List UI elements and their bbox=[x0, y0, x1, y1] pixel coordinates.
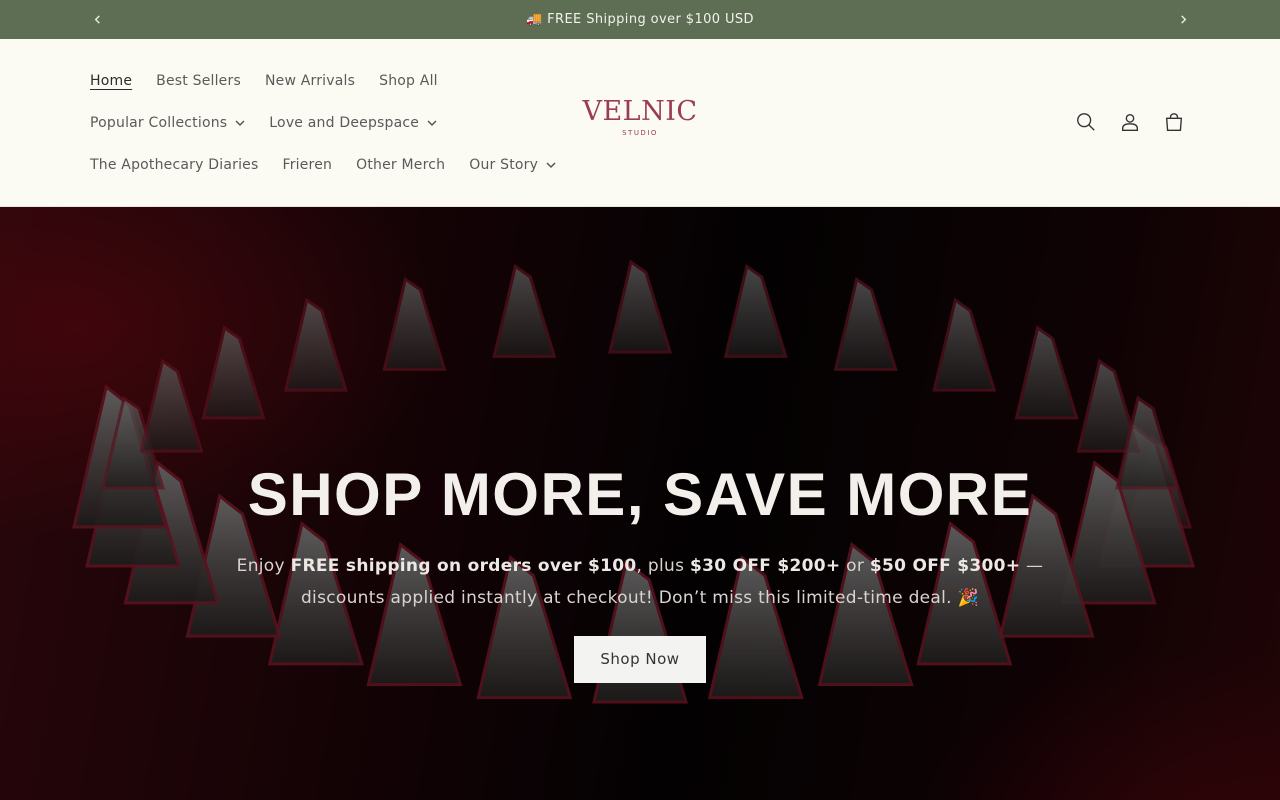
search-button[interactable] bbox=[1064, 107, 1108, 137]
nav-item-apothecary-diaries[interactable]: The Apothecary Diaries bbox=[90, 157, 258, 173]
hero-banner: SHOP MORE, SAVE MORE Enjoy FREE shipping… bbox=[0, 207, 1280, 800]
chevron-left-icon bbox=[94, 15, 100, 24]
header-icons bbox=[1064, 107, 1196, 137]
main-nav: Home Best Sellers New Arrivals Shop All … bbox=[90, 60, 560, 186]
logo-subtitle: STUDIO bbox=[622, 129, 658, 137]
nav-item-frieren[interactable]: Frieren bbox=[282, 157, 332, 173]
nav-row: Home Best Sellers New Arrivals Shop All bbox=[90, 60, 560, 102]
cart-icon bbox=[1165, 113, 1183, 131]
cart-button[interactable] bbox=[1152, 107, 1196, 137]
shop-now-button[interactable]: Shop Now bbox=[574, 636, 706, 683]
site-logo[interactable]: VELNIC STUDIO bbox=[570, 96, 710, 138]
nav-item-new-arrivals[interactable]: New Arrivals bbox=[265, 73, 355, 89]
nav-item-best-sellers[interactable]: Best Sellers bbox=[156, 73, 241, 89]
nav-item-label: Popular Collections bbox=[90, 115, 228, 131]
nav-item-other-merch[interactable]: Other Merch bbox=[356, 157, 445, 173]
hero-text-bold: FREE shipping on orders over $100 bbox=[290, 556, 637, 576]
announcement-prev-button[interactable] bbox=[82, 0, 112, 39]
account-icon bbox=[1121, 113, 1139, 131]
hero-text-part: or bbox=[840, 556, 870, 576]
hero-content: SHOP MORE, SAVE MORE Enjoy FREE shipping… bbox=[0, 462, 1280, 683]
account-button[interactable] bbox=[1108, 107, 1152, 137]
site-header: Home Best Sellers New Arrivals Shop All … bbox=[0, 39, 1280, 207]
announcement-bar: 🚚 FREE Shipping over $100 USD bbox=[0, 0, 1280, 39]
nav-item-our-story[interactable]: Our Story bbox=[469, 157, 556, 173]
hero-text-bold: $30 OFF $200+ bbox=[689, 556, 841, 576]
nav-item-love-and-deepspace[interactable]: Love and Deepspace bbox=[269, 115, 437, 131]
hero-text-part: , plus bbox=[636, 556, 690, 576]
logo-brand: VELNIC bbox=[582, 96, 698, 127]
nav-item-popular-collections[interactable]: Popular Collections bbox=[90, 115, 245, 131]
nav-item-shop-all[interactable]: Shop All bbox=[379, 73, 438, 89]
chevron-down-icon bbox=[546, 160, 556, 170]
nav-row: The Apothecary Diaries Frieren Other Mer… bbox=[90, 144, 560, 186]
announcement-text: 🚚 FREE Shipping over $100 USD bbox=[526, 12, 754, 27]
search-icon bbox=[1077, 113, 1095, 131]
nav-row: Popular Collections Love and Deepspace bbox=[90, 102, 560, 144]
hero-description: Enjoy FREE shipping on orders over $100,… bbox=[225, 550, 1055, 614]
hero-text-bold: $50 OFF $300+ bbox=[869, 556, 1021, 576]
chevron-down-icon bbox=[427, 118, 437, 128]
nav-item-label: Love and Deepspace bbox=[269, 115, 420, 131]
nav-item-home[interactable]: Home bbox=[90, 73, 132, 89]
announcement-next-button[interactable] bbox=[1168, 0, 1198, 39]
chevron-down-icon bbox=[235, 118, 245, 128]
chevron-right-icon bbox=[1180, 15, 1186, 24]
hero-text-part: Enjoy bbox=[236, 556, 291, 576]
nav-item-label: Our Story bbox=[469, 157, 539, 173]
hero-title: SHOP MORE, SAVE MORE bbox=[247, 461, 1033, 528]
